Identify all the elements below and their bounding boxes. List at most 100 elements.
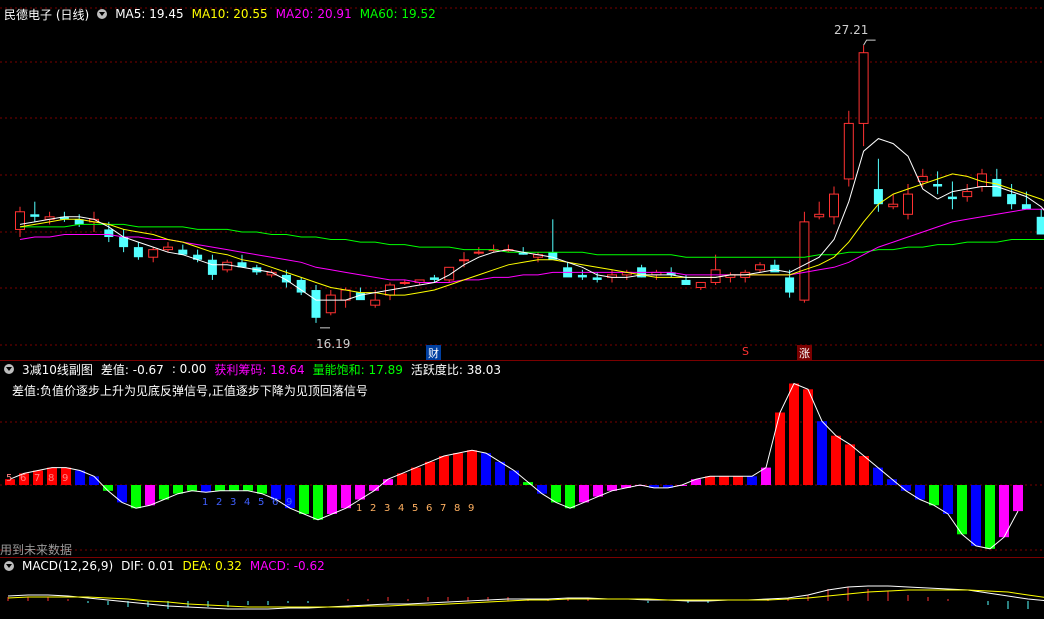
diff-bar — [747, 476, 757, 485]
count-label: 9 — [62, 473, 68, 484]
candle-body — [888, 203, 899, 208]
candle-body — [1021, 204, 1031, 210]
candle-body — [695, 281, 706, 289]
count-label: 2 — [370, 503, 376, 514]
candle-body — [962, 191, 973, 198]
candle-body — [933, 184, 943, 187]
candle-body — [459, 259, 469, 262]
macd-pane[interactable]: MACD(12,26,9) DIF: 0.01 DEA: 0.32 MACD: … — [0, 557, 1044, 619]
count-label: 4 — [398, 503, 404, 514]
count-label: 3 — [384, 503, 390, 514]
diff-bar — [299, 485, 309, 514]
diff-bar — [775, 412, 785, 485]
event-marker-s[interactable]: S — [740, 345, 751, 358]
candle-body — [133, 247, 143, 258]
diff-bar — [131, 485, 141, 509]
price-chart-pane[interactable]: 民德电子 (日线) MA5: 19.45 MA10: 20.55 MA20: 2… — [0, 0, 1044, 360]
count-label: 5 — [412, 503, 418, 514]
diff-bar — [103, 485, 113, 491]
diff-bar — [537, 485, 547, 494]
diff-bar — [565, 485, 575, 509]
count-label: 9 — [286, 497, 292, 508]
candle-body — [473, 251, 484, 254]
indicator-dropdown-icon[interactable] — [4, 561, 14, 571]
zero-value: : 0.00 — [171, 362, 207, 376]
candle-body — [207, 259, 217, 275]
diff-bar — [999, 485, 1009, 538]
stock-title: 民德电子 (日线) — [4, 7, 90, 22]
price-chart-header: 民德电子 (日线) MA5: 19.45 MA10: 20.55 MA20: 2… — [4, 6, 436, 22]
diff-bar — [159, 485, 169, 500]
ma5-value: MA5: 19.45 — [115, 7, 184, 21]
candle-body — [755, 264, 765, 271]
count-label: 3 — [230, 497, 236, 508]
event-marker-financial[interactable]: 财 — [426, 345, 441, 360]
diff-bar — [425, 461, 435, 485]
diff-bar — [215, 485, 225, 491]
candle-body — [577, 274, 587, 278]
candle-body — [148, 249, 159, 258]
diff-bar — [705, 476, 715, 485]
candlestick-chart[interactable] — [0, 0, 1044, 360]
candle-body — [1007, 194, 1017, 205]
candle-body — [843, 122, 854, 180]
candle-body — [917, 175, 928, 182]
sub-indicator-header: 3减10线副图 差值: -0.67 : 0.00 获利筹码: 18.64 量能饱… — [4, 361, 501, 377]
count-label: 5 — [258, 497, 264, 508]
sub-indicator-pane[interactable]: 567891234567891234569 3减10线副图 差值: -0.67 … — [0, 360, 1044, 557]
candle-body — [222, 261, 233, 271]
diff-bar — [187, 485, 197, 491]
count-label: 6 — [426, 503, 432, 514]
candle-body — [785, 277, 795, 293]
ma10-line — [19, 173, 1044, 296]
diff-bar — [145, 485, 155, 506]
diff-bar — [957, 485, 967, 535]
future-data-warning: 用到未来数据 — [0, 543, 73, 557]
dif-value: DIF: 0.01 — [121, 559, 175, 573]
diff-bar — [733, 476, 743, 485]
candle-body — [829, 193, 839, 218]
candle-body — [947, 196, 957, 200]
indicator-description: 差值:负值价逐步上升为见底反弹信号,正值逐步下降为见顶回落信号 — [12, 384, 368, 398]
count-label: 6 — [272, 497, 278, 508]
diff-bar — [817, 421, 827, 485]
diff-bar — [453, 453, 463, 485]
macd-value: MACD: -0.62 — [249, 559, 325, 573]
count-label: 5 — [6, 473, 12, 484]
indicator-dropdown-icon[interactable] — [4, 364, 14, 374]
diff-bar — [411, 467, 421, 485]
sub-indicator-title: 3减10线副图 — [22, 362, 93, 377]
indicator-dropdown-icon[interactable] — [97, 9, 108, 19]
candle-body — [858, 52, 869, 124]
activity-ratio-value: 活跃度比: 38.03 — [410, 362, 502, 377]
high-price-value: 27.21 — [834, 23, 869, 37]
ma20-line — [19, 208, 1044, 283]
low-price-label: 16.19 — [316, 337, 350, 351]
event-marker-limit-up[interactable]: 涨 — [797, 345, 812, 360]
diff-bar — [243, 485, 253, 491]
diff-bar — [691, 479, 701, 485]
diff-value: 差值: -0.67 — [100, 362, 164, 377]
diff-bar — [173, 485, 183, 494]
count-label: 6 — [20, 473, 26, 484]
diff-bar — [789, 383, 799, 485]
count-label: 7 — [440, 503, 446, 514]
diff-bar — [1013, 485, 1023, 512]
candle-body — [444, 266, 455, 281]
count-label: 9 — [468, 503, 474, 514]
candle-body — [399, 281, 410, 284]
candle-body — [296, 279, 306, 293]
diff-bar — [341, 485, 351, 509]
candle-body — [814, 213, 825, 218]
diff-bar — [719, 476, 729, 485]
diff-bar — [257, 485, 267, 494]
candle-body — [429, 277, 439, 280]
diff-bar — [929, 485, 939, 506]
count-label: 8 — [48, 473, 54, 484]
diff-bar — [495, 461, 505, 485]
diff-bar — [89, 476, 99, 485]
diff-bar — [313, 485, 323, 520]
candle-body — [30, 214, 40, 217]
macd-header: MACD(12,26,9) DIF: 0.01 DEA: 0.32 MACD: … — [4, 558, 325, 574]
diff-bar — [439, 456, 449, 485]
